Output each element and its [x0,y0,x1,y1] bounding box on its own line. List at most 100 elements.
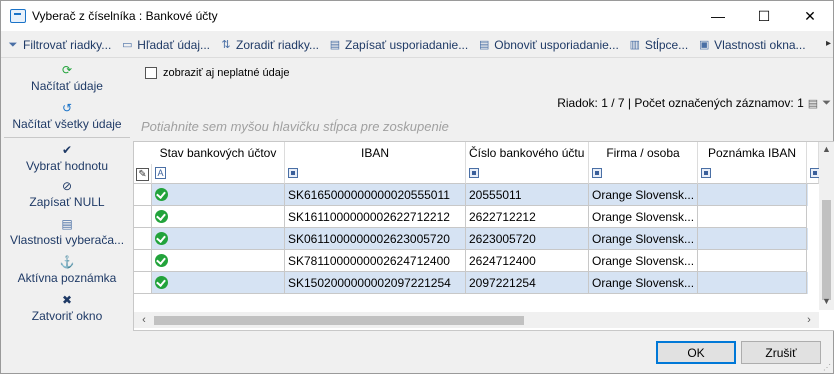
picker-properties-button[interactable]: ▤ Vlastnosti vyberača... [2,217,132,247]
null-icon: ⊘ [61,179,73,193]
horizontal-scrollbar[interactable]: ‹ › [134,312,819,328]
vertical-scrollbar[interactable]: ▲ ▼ [819,142,834,310]
maximize-button[interactable]: ☐ [741,1,787,31]
status-cell[interactable] [152,184,285,206]
account-cell[interactable]: 2623005720 [466,228,589,250]
table-row[interactable]: SK1502000000002097221254 2097221254 Oran… [134,272,808,294]
select-value-button[interactable]: ✔ Vybrať hodnotu [2,143,132,173]
status-cell[interactable] [152,228,285,250]
group-by-zone[interactable]: Potiahnite sem myšou hlavičku stĺpca pre… [141,119,449,134]
window-properties-icon: ▣ [698,38,710,51]
iban-cell[interactable]: SK1611000000002622712212 [285,206,466,228]
table-row[interactable]: SK1611000000002622712212 2622712212 Oran… [134,206,808,228]
dialog-window: Vyberač z číselníka : Bankové účty — ☐ ✕… [0,0,834,374]
scroll-left-icon[interactable]: ‹ [136,312,152,328]
checkmark-icon: ✔ [61,143,73,157]
scroll-down-icon[interactable]: ▼ [819,294,834,308]
data-grid: Stav bankových účtov IBAN Číslo bankovéh… [133,141,834,331]
note-cell[interactable] [698,272,807,294]
save-layout-button[interactable]: ▤ Zapísať usporiadanie... [329,38,468,52]
columns-button[interactable]: ▥ Stĺpce... [629,37,689,52]
sort-icon: ⇅ [221,38,231,51]
iban-cell[interactable]: SK6165000000000020555011 [285,184,466,206]
table-row[interactable]: SK6165000000000020555011 20555011 Orange… [134,184,808,206]
account-cell[interactable]: 2624712400 [466,250,589,272]
edit-grid-icon[interactable]: ✎ [136,168,149,181]
status-ok-icon [155,254,168,267]
resize-grip-icon[interactable]: ⋰ [823,363,833,373]
active-note-button[interactable]: ⚓ Aktívna poznámka [2,255,132,285]
divider [4,137,130,138]
note-cell[interactable] [698,206,807,228]
scroll-right-icon[interactable]: › [801,312,817,328]
write-null-button[interactable]: ⊘ Zapísať NULL [2,179,132,209]
firm-cell[interactable]: Orange Slovensk... [589,250,698,272]
status-cell[interactable] [152,272,285,294]
close-window-button[interactable]: ✖ Zatvoriť okno [2,293,132,323]
account-cell[interactable]: 2622712212 [466,206,589,228]
filter-cell-account-number[interactable] [466,164,589,184]
columns-label: Stĺpce... [644,37,689,52]
filter-cell-icon [288,168,298,178]
filter-icon[interactable]: ⏷ [822,97,831,110]
filter-cell-firm[interactable] [589,164,698,184]
filter-cell-status[interactable]: A [152,164,285,184]
note-cell[interactable] [698,228,807,250]
filter-cell-iban[interactable] [285,164,466,184]
find-icon: ▭ [122,38,133,51]
iban-cell[interactable]: SK0611000000002623005720 [285,228,466,250]
filter-cell-iban-note[interactable] [698,164,807,184]
column-header-account-number[interactable]: Číslo bankového účtu [466,142,589,164]
column-header-firm[interactable]: Firma / osoba [589,142,698,164]
firm-cell[interactable]: Orange Slovensk... [589,206,698,228]
table-row[interactable]: SK7811000000002624712400 2624712400 Oran… [134,250,808,272]
row-indicator [134,250,152,272]
filter-cell-icon [701,168,711,178]
minimize-button[interactable]: — [695,1,741,31]
show-invalid-checkbox[interactable]: zobraziť aj neplatné údaje [145,67,289,79]
window-properties-button[interactable]: ▣ Vlastnosti okna... [698,38,806,52]
firm-cell[interactable]: Orange Slovensk... [589,228,698,250]
firm-cell[interactable]: Orange Slovensk... [589,184,698,206]
filter-cell-icon [469,168,479,178]
close-button[interactable]: ✕ [787,1,833,31]
note-cell[interactable] [698,184,807,206]
restore-layout-button[interactable]: ▤ Obnoviť usporiadanie... [478,38,619,52]
load-data-button[interactable]: ⟳ Načítať údaje [2,63,132,93]
show-invalid-label: zobraziť aj neplatné údaje [163,67,290,79]
iban-cell[interactable]: SK1502000000002097221254 [285,272,466,294]
toolbar-overflow-icon[interactable]: ▸ [826,38,831,49]
column-header-iban[interactable]: IBAN [285,142,466,164]
reload-icon: ↺ [61,101,73,115]
cancel-button[interactable]: Zrušiť [741,341,821,364]
filter-icon: ⏷ [8,38,18,51]
horizontal-scroll-thumb[interactable] [154,316,524,325]
account-cell[interactable]: 2097221254 [466,272,589,294]
scroll-up-icon[interactable]: ▲ [819,142,834,156]
account-cell[interactable]: 20555011 [466,184,589,206]
firm-cell[interactable]: Orange Slovensk... [589,272,698,294]
iban-cell[interactable]: SK7811000000002624712400 [285,250,466,272]
title-bar: Vyberač z číselníka : Bankové účty — ☐ ✕ [1,1,833,31]
load-all-data-button[interactable]: ↺ Načítať všetky údaje [2,101,132,131]
properties-icon: ▤ [61,217,73,231]
columns-icon: ▥ [629,38,641,51]
app-icon [10,9,26,23]
status-cell[interactable] [152,206,285,228]
status-cell[interactable] [152,250,285,272]
find-data-button[interactable]: ▭ Hľadať údaj... [121,38,210,52]
table-row[interactable]: SK0611000000002623005720 2623005720 Oran… [134,228,808,250]
ok-button[interactable]: OK [656,341,736,364]
sort-rows-button[interactable]: ⇅ Zoradiť riadky... [220,38,319,52]
column-header-iban-note[interactable]: Poznámka IBAN [698,142,807,164]
show-invalid-checkbox-box[interactable] [145,67,157,79]
filter-rows-label: Filtrovať riadky... [23,37,112,52]
save-layout-label: Zapísať usporiadanie... [344,37,469,52]
column-header-status[interactable]: Stav bankových účtov [152,142,285,164]
note-cell[interactable] [698,250,807,272]
export-icon[interactable]: ▤ [808,97,818,110]
row-indicator [134,228,152,250]
filter-rows-button[interactable]: ⏷ Filtrovať riadky... [7,37,112,52]
vertical-scroll-thumb[interactable] [822,200,831,300]
filter-cell-extra[interactable] [807,164,820,184]
